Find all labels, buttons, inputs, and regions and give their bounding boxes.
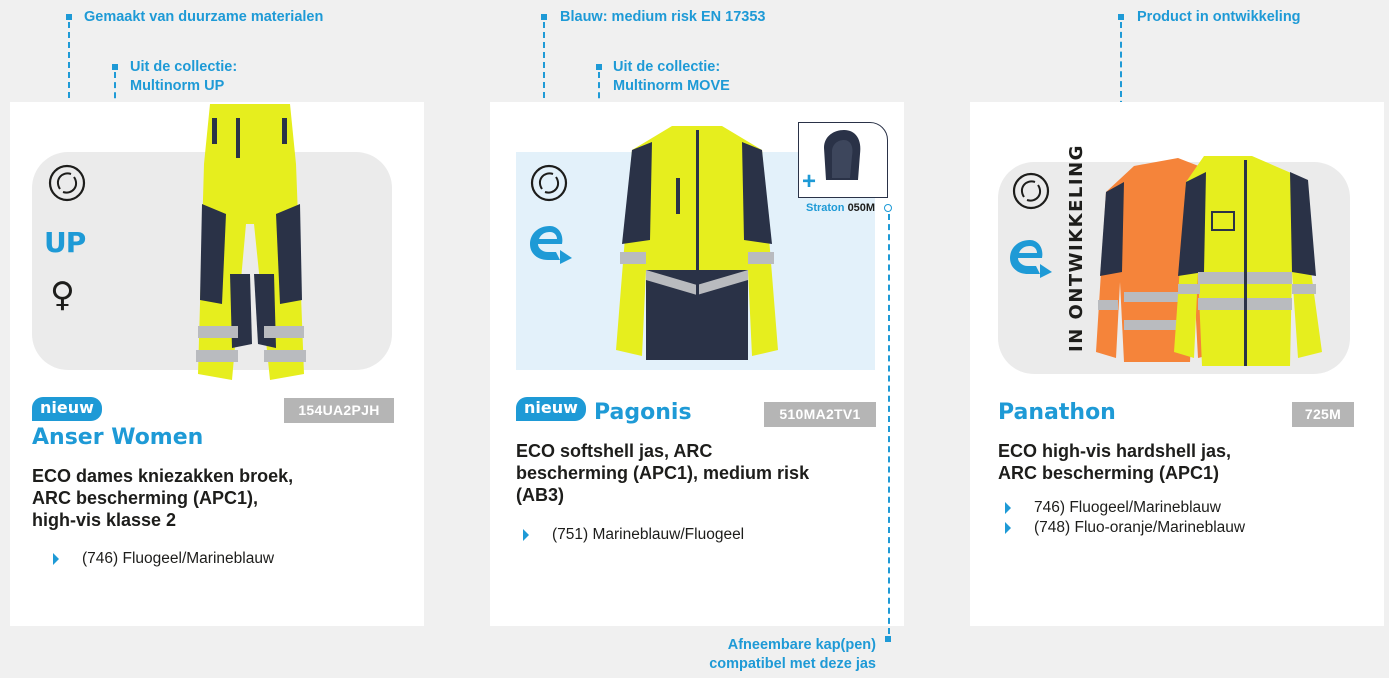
annotation-medium-risk: Blauw: medium risk EN 17353 (560, 9, 766, 25)
collection-move-icon (1010, 240, 1052, 278)
product-description: ECO softshell jas, ARC bescherming (APC1… (516, 441, 810, 505)
product-code: 510MA2TV1 (764, 402, 876, 427)
annotation-marker (66, 14, 72, 20)
annotation-anchor (884, 204, 892, 212)
new-badge: nieuw (32, 397, 102, 421)
annotation-marker (541, 14, 547, 20)
annotation-collection-up: Uit de collectie: Multinorm UP (130, 59, 238, 94)
product-code: 725M (1292, 402, 1354, 427)
annotation-hood: Afneembare kap(pen) compatibel met deze … (709, 637, 876, 672)
collection-move-icon (530, 226, 572, 264)
annotation-marker (112, 64, 118, 70)
product-image-jackets (1096, 156, 1322, 366)
female-icon: ♀ (50, 275, 75, 315)
annotation-marker (885, 636, 891, 642)
product-name: Panathon (998, 400, 1116, 425)
product-description: ECO high-vis hardshell jas, ARC bescherm… (998, 441, 1232, 483)
product-name: Anser Women (32, 425, 204, 450)
product-image-trousers (196, 104, 306, 380)
color-item: 746) Fluogeel/Marineblauw (1002, 498, 1221, 518)
annotation-collection-move: Uit de collectie: Multinorm MOVE (613, 59, 730, 94)
sustainable-icon (1012, 172, 1050, 210)
accessory-label: Straton 050M (806, 202, 876, 214)
product-code: 154UA2PJH (284, 398, 394, 423)
annotation-sustainable: Gemaakt van duurzame materialen (84, 9, 324, 25)
color-item: (746) Fluogeel/Marineblauw (50, 549, 274, 569)
add-accessory-icon: + (802, 168, 817, 195)
product-name: Pagonis (594, 400, 692, 425)
collection-up-icon: UP (44, 226, 86, 259)
sustainable-icon (48, 164, 86, 202)
annotation-in-development: Product in ontwikkeling (1137, 9, 1301, 25)
color-item: (751) Marineblauw/Fluogeel (520, 525, 744, 545)
annotation-marker (1118, 14, 1124, 20)
in-development-label: IN ONTWIKKELING (1066, 144, 1087, 352)
annotation-leader (888, 214, 890, 634)
product-description: ECO dames kniezakken broek, ARC bescherm… (32, 466, 294, 530)
product-image-jacket (616, 126, 778, 360)
color-item: (748) Fluo-oranje/Marineblauw (1002, 518, 1245, 538)
annotation-marker (596, 64, 602, 70)
new-badge: nieuw (516, 397, 586, 421)
sustainable-icon (530, 164, 568, 202)
hood-image (824, 130, 861, 180)
